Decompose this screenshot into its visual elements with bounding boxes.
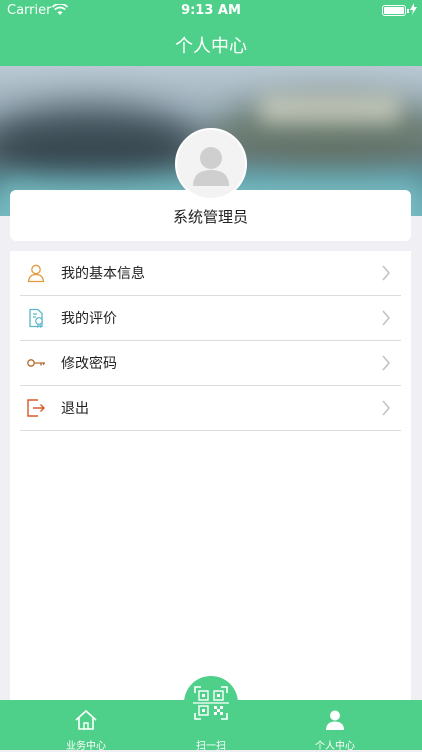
avatar[interactable]	[175, 128, 247, 200]
default-avatar-icon	[193, 147, 229, 186]
menu-item-my-evaluation[interactable]: 我的评价	[20, 296, 401, 341]
status-time: 9:13 AM	[181, 3, 241, 18]
user-outline-icon	[26, 263, 46, 283]
battery-icon	[382, 5, 409, 16]
menu-item-label: 我的评价	[61, 311, 117, 327]
tab-personal-center[interactable]: 个人中心	[285, 700, 385, 752]
menu-item-basic-info[interactable]: 我的基本信息	[20, 251, 401, 296]
evaluation-document-icon	[26, 308, 46, 329]
settings-menu: 我的基本信息 我的评价 修改密码 退出	[10, 251, 411, 701]
menu-item-label: 退出	[61, 401, 89, 417]
username: 系统管理员	[172, 208, 248, 226]
chevron-right-icon	[381, 310, 391, 326]
person-icon	[326, 710, 344, 730]
key-icon	[26, 353, 46, 373]
home-icon	[75, 709, 97, 730]
chevron-right-icon	[381, 400, 391, 416]
chevron-right-icon	[381, 265, 391, 281]
menu-item-label: 我的基本信息	[61, 266, 145, 282]
chevron-right-icon	[381, 355, 391, 371]
logout-icon	[26, 398, 46, 418]
tab-business-center[interactable]: 业务中心	[36, 700, 136, 752]
status-bar: Carrier 9:13 AM	[0, 0, 422, 22]
menu-item-change-password[interactable]: 修改密码	[20, 341, 401, 386]
page-title: 个人中心	[175, 36, 247, 57]
tab-scan[interactable]: 扫一扫	[161, 700, 261, 752]
menu-item-logout[interactable]: 退出	[20, 386, 401, 431]
charging-icon	[410, 3, 417, 19]
menu-item-label: 修改密码	[61, 356, 117, 372]
